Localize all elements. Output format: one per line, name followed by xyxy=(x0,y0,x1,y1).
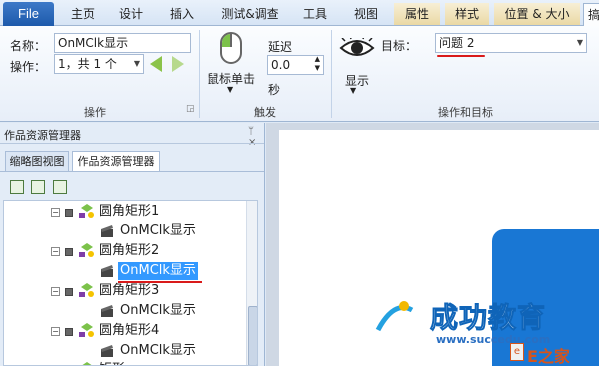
mouse-icon[interactable] xyxy=(220,32,242,64)
tree-item-shape[interactable]: − 圆角矩形1 xyxy=(4,202,244,222)
tab-test[interactable]: 测试&调查 xyxy=(216,3,284,25)
chevron-down-icon[interactable]: ▼ xyxy=(227,85,233,94)
clapper-icon xyxy=(101,345,113,357)
clapper-icon xyxy=(101,225,113,237)
collapse-icon[interactable]: − xyxy=(51,287,60,296)
tree-item-label: 圆角矩形1 xyxy=(99,204,160,219)
chevron-down-icon: ▼ xyxy=(133,59,140,68)
shape-icon xyxy=(79,283,94,297)
group-label-target: 操作和目标 xyxy=(438,106,493,119)
collapse-icon[interactable]: − xyxy=(51,327,60,336)
tab-thumbnail-view[interactable]: 缩略图视图 xyxy=(5,151,69,171)
chevron-down-icon[interactable]: ▼ xyxy=(350,86,356,95)
visibility-checkbox[interactable] xyxy=(65,248,73,256)
add-chapter-icon[interactable] xyxy=(31,180,45,194)
tree-item-shape[interactable]: − 圆角矩形4 xyxy=(4,321,244,341)
tree-item-label: 圆角矩形3 xyxy=(99,283,160,298)
shape-icon xyxy=(79,204,94,218)
seconds-label: 秒 xyxy=(268,83,281,97)
divider xyxy=(0,143,264,144)
collapse-icon[interactable]: − xyxy=(51,208,60,217)
tree-item-event[interactable]: OnMClk显示 xyxy=(4,221,244,241)
tree-item-label: OnMClk显示 xyxy=(120,303,196,318)
previous-action-button[interactable] xyxy=(150,56,162,72)
tree-scrollbar[interactable] xyxy=(246,201,257,365)
tree-item-event[interactable]: OnMClk显示 xyxy=(4,301,244,321)
show-label[interactable]: 显示 xyxy=(345,72,369,89)
name-field[interactable]: OnMClk显示 xyxy=(54,33,191,53)
tab-insert[interactable]: 插入 xyxy=(163,3,201,25)
tab-tools[interactable]: 工具 xyxy=(296,3,334,25)
pin-icon[interactable]: ᛘ × xyxy=(248,126,264,148)
corner-logo-icon: e xyxy=(510,343,524,361)
divider xyxy=(0,171,264,172)
tab-view[interactable]: 视图 xyxy=(347,3,385,25)
visibility-checkbox[interactable] xyxy=(65,209,73,217)
annotation-underline xyxy=(437,55,485,57)
tree-item-label: OnMClk显示 xyxy=(120,343,196,358)
target-select-value: 问题 2 xyxy=(439,36,475,50)
chevron-down-icon: ▼ xyxy=(576,38,583,47)
project-tree[interactable]: − 圆角矩形1 OnMClk显示 − 圆角矩形2 OnMClk显示 − 圆角矩形… xyxy=(3,200,258,366)
ribbon: 名称： OnMClk显示 操作： 1，共 1 个 ▼ 操作 ◲ 鼠标单击 ▼ 延… xyxy=(0,26,599,122)
target-select[interactable]: 问题 2 ▼ xyxy=(435,33,587,53)
tree-item-event-selected[interactable]: OnMClk显示 xyxy=(4,261,244,283)
tab-home[interactable]: 主页 xyxy=(64,3,102,25)
panel-title: 作品资源管理器 xyxy=(4,129,81,142)
scrollbar-thumb[interactable] xyxy=(248,306,257,365)
tab-project-explorer[interactable]: 作品资源管理器 xyxy=(72,151,160,171)
target-label: 目标： xyxy=(381,39,418,53)
visibility-checkbox[interactable] xyxy=(65,288,73,296)
delay-value: 0.0 xyxy=(271,58,291,72)
tab-properties[interactable]: 属性 xyxy=(394,3,440,25)
shape-icon xyxy=(79,323,94,337)
eye-icon[interactable] xyxy=(339,38,375,58)
tab-file[interactable]: File xyxy=(3,2,54,26)
tree-item-label: 圆角矩形2 xyxy=(99,243,160,258)
dialog-launcher-icon[interactable]: ◲ xyxy=(186,104,195,114)
tab-design[interactable]: 设计 xyxy=(112,3,150,25)
next-action-button[interactable] xyxy=(172,56,184,72)
operation-label: 操作： xyxy=(10,60,47,74)
tree-item-label: 圆角矩形4 xyxy=(99,323,160,338)
tab-position-size[interactable]: 位置 & 大小 xyxy=(494,3,580,25)
add-scene-icon[interactable] xyxy=(53,180,67,194)
visibility-checkbox[interactable] xyxy=(65,328,73,336)
tab-style[interactable]: 样式 xyxy=(445,3,489,25)
tree-item-shape[interactable]: 矩形 xyxy=(4,360,244,365)
project-explorer-panel: 作品资源管理器 ᛘ × 缩略图视图 作品资源管理器 − 圆角矩形1 OnMClk… xyxy=(0,123,265,366)
collapse-icon[interactable]: − xyxy=(51,247,60,256)
clapper-icon xyxy=(101,305,113,317)
tab-current[interactable]: 搞 xyxy=(583,3,599,27)
tree-item-shape[interactable]: − 圆角矩形2 xyxy=(4,241,244,261)
corner-watermark: E之家 xyxy=(527,347,570,366)
tree-item-label: OnMClk显示 xyxy=(120,223,196,238)
tree-item-label: 矩形 xyxy=(99,360,125,365)
spinner-arrows-icon[interactable]: ▲ ▼ xyxy=(315,56,320,73)
tree-item-shape[interactable]: − 圆角矩形3 xyxy=(4,281,244,301)
operation-select-value: 1，共 1 个 xyxy=(58,57,117,71)
ribbon-tab-bar: File 主页 设计 插入 测试&调查 工具 视图 属性 样式 位置 & 大小 … xyxy=(0,0,599,27)
tree-item-event[interactable]: OnMClk显示 xyxy=(4,341,244,361)
clapper-icon xyxy=(101,265,113,277)
group-label-action: 操作 xyxy=(84,106,106,119)
add-page-icon[interactable] xyxy=(10,180,24,194)
watermark-brand: 成功教育 xyxy=(429,301,547,335)
shape-icon xyxy=(79,243,94,257)
group-label-trigger: 触发 xyxy=(254,106,276,119)
delay-label: 延迟 xyxy=(268,40,293,54)
tree-item-label: OnMClk显示 xyxy=(118,262,198,280)
shape-icon xyxy=(82,362,92,365)
operation-select[interactable]: 1，共 1 个 ▼ xyxy=(54,54,144,74)
brand-logo-icon xyxy=(368,300,420,340)
name-label: 名称： xyxy=(10,39,47,53)
delay-spinner[interactable]: 0.0 ▲ ▼ xyxy=(267,55,324,75)
